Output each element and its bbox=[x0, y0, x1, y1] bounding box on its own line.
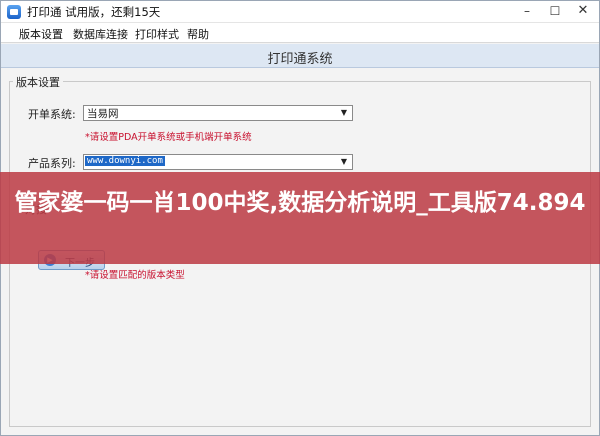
group-legend: 版本设置 bbox=[13, 74, 63, 90]
window-title: 打印通 试用版，还剩15天 bbox=[27, 5, 161, 19]
menu-item-print-style[interactable]: 打印样式 bbox=[135, 26, 179, 42]
product-series-value: www.downyi.com bbox=[85, 156, 165, 166]
minimize-button[interactable]: – bbox=[513, 1, 541, 22]
watermark-banner: 管家婆一码一肖100中奖,数据分析说明_工具版74.894 bbox=[0, 172, 600, 264]
menu-item-database-connection[interactable]: 数据库连接 bbox=[73, 26, 128, 42]
menu-bar: 版本设置 数据库连接 打印样式 帮助 bbox=[1, 23, 599, 43]
order-system-value: 当易网 bbox=[87, 108, 119, 120]
app-icon bbox=[7, 5, 21, 19]
product-series-label: 产品系列: bbox=[28, 157, 76, 170]
watermark-text: 管家婆一码一肖100中奖,数据分析说明_工具版74.894 bbox=[14, 190, 586, 216]
product-series-select[interactable]: www.downyi.com ▼ bbox=[83, 154, 353, 170]
title-bar[interactable]: 打印通 试用版，还剩15天 – ☐ ✕ bbox=[1, 1, 599, 23]
menu-item-version-settings[interactable]: 版本设置 bbox=[19, 26, 63, 42]
close-button[interactable]: ✕ bbox=[569, 1, 597, 22]
menu-item-help[interactable]: 帮助 bbox=[187, 26, 209, 42]
order-system-hint: *请设置PDA开单系统或手机端开单系统 bbox=[85, 132, 252, 143]
system-title: 打印通系统 bbox=[267, 52, 333, 67]
order-system-label: 开单系统: bbox=[28, 108, 76, 121]
order-system-select[interactable]: 当易网 ▼ bbox=[83, 105, 353, 121]
maximize-button[interactable]: ☐ bbox=[541, 1, 569, 22]
system-header: 打印通系统 bbox=[1, 44, 599, 68]
chevron-down-icon[interactable]: ▼ bbox=[338, 106, 350, 120]
chevron-down-icon[interactable]: ▼ bbox=[338, 155, 350, 169]
